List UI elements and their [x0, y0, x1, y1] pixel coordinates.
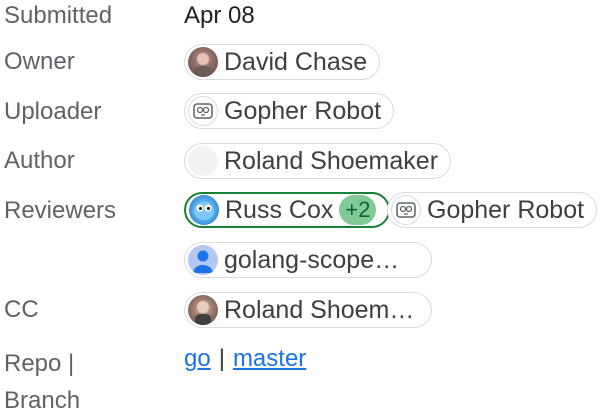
repo-link[interactable]: go	[184, 345, 211, 372]
reviewer-name: golang-scope…	[224, 245, 400, 274]
cc-chip[interactable]: Roland Shoem…	[184, 292, 432, 328]
branch-label: Branch	[4, 387, 81, 414]
owner-label: Owner	[4, 48, 75, 75]
gopher-avatar-icon	[189, 195, 219, 225]
owner-chip[interactable]: David Chase	[184, 44, 381, 80]
reviewer-chip-gopher-robot[interactable]: Gopher Robot	[387, 192, 598, 228]
user-photo-icon	[188, 47, 218, 77]
uploader-label: Uploader	[4, 98, 102, 125]
reviewer-name: Russ Cox	[225, 195, 334, 224]
uploader-chip[interactable]: Gopher Robot	[184, 93, 395, 129]
cc-label: CC	[4, 296, 39, 323]
blank-avatar-icon	[188, 146, 218, 176]
robot-icon	[391, 195, 421, 225]
uploader-name: Gopher Robot	[224, 96, 382, 125]
author-name: Roland Shoemaker	[224, 146, 439, 175]
user-photo-icon	[188, 295, 218, 325]
reviewers-label: Reviewers	[4, 197, 117, 224]
repo-branch-value: go | master	[184, 345, 306, 373]
author-chip[interactable]: Roland Shoemaker	[184, 143, 452, 179]
person-icon	[188, 245, 218, 275]
separator: |	[218, 345, 225, 372]
submitted-date: Apr 08	[184, 2, 255, 29]
vote-badge: +2	[339, 195, 377, 225]
repo-branch-label: Repo | Branch	[4, 345, 80, 419]
reviewer-chip-golang-scope[interactable]: golang-scope…	[184, 242, 432, 278]
reviewer-name: Gopher Robot	[427, 195, 585, 224]
owner-name: David Chase	[224, 47, 368, 76]
cc-name: Roland Shoem…	[224, 295, 415, 324]
author-label: Author	[4, 147, 75, 174]
reviewer-chip-russ-cox[interactable]: Russ Cox +2	[184, 192, 391, 228]
repo-label: Repo |	[4, 350, 75, 377]
robot-icon	[188, 96, 218, 126]
branch-link[interactable]: master	[233, 345, 306, 372]
submitted-label: Submitted	[4, 2, 113, 29]
